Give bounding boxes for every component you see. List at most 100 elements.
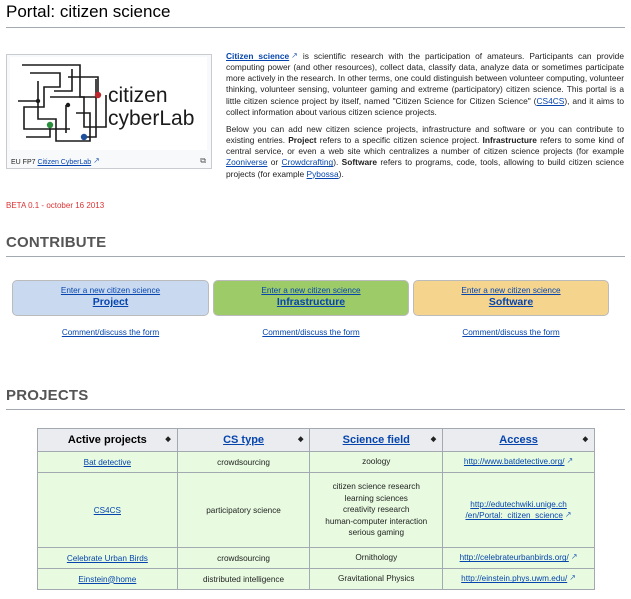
access-cell: http://www.batdetective.org/↗ [442,451,595,473]
cs-type-cell: participatory science [176,472,311,548]
contribute-project-label: Project [92,296,129,308]
logo-text-1: citizen [108,84,168,107]
title-divider [6,27,625,28]
science-field-item: citizen science research [332,482,420,492]
project-name-link[interactable]: CS4CS [94,506,121,515]
external-link-icon: ↗ [570,552,578,562]
contribute-divider [6,256,625,257]
sort-icon[interactable]: ◆ [583,435,588,443]
science-field-item: creativity research [343,505,410,515]
caption-prefix: EU FP7 [11,159,36,166]
contribute-heading: CONTRIBUTE [6,234,107,251]
table-row: Einstein@home distributed intelligence Gra… [37,568,595,590]
intro-link[interactable]: Zooniverse [226,157,267,167]
logo-text-2: cyberLab [108,107,194,130]
external-link-icon: ↗ [566,456,574,466]
science-field-cell: citizen science research learning science… [309,472,444,548]
science-field-item: Gravitational Physics [338,574,415,584]
contribute-software-line1: Enter a new citizen science [461,286,561,295]
access-cell: http://celebrateurbanbirds.org/↗ [442,547,595,569]
projects-heading: PROJECTS [6,387,89,404]
beta-version-note: BETA 0.1 - october 16 2013 [6,201,105,210]
intro-link[interactable]: Citizen science [226,51,289,61]
project-name-cell: Bat detective [37,451,178,473]
table-row: Bat detective crowdsourcing zoology http://… [37,451,595,473]
science-field-cell: Ornithology [309,547,444,569]
projects-divider [6,409,625,410]
science-field-item: human-computer interaction [325,516,428,526]
cs-type-cell: crowdsourcing [176,547,311,569]
external-link-icon: ↗ [569,573,576,583]
project-name-link[interactable]: Einstein@home [78,575,136,584]
citizen-cyberlab-logo[interactable]: citizen cyberLab [10,57,207,150]
intro-link[interactable]: Pybossa [307,169,339,179]
sort-icon[interactable]: ◆ [431,435,436,443]
science-field-item: Ornithology [355,553,398,563]
access-url-link[interactable]: /en/Portal:_citizen_science [466,511,563,520]
intro-text-run: refers to a specific citizen science pro… [316,135,483,146]
contribute-infrastructure-button[interactable]: Enter a new citizen science Infrastructu… [213,280,409,316]
external-link-icon: ↗ [564,510,572,519]
intro-text-run: ). [333,157,342,168]
contribute-infrastructure-line1: Enter a new citizen science [261,286,361,295]
column-header-active-projects[interactable]: Active projects ◆ [37,428,178,452]
cs-type-cell: distributed intelligence [176,568,311,590]
page-title: Portal: citizen science [6,2,171,21]
science-field-cell: Gravitational Physics [309,568,444,590]
column-label[interactable]: Access [499,434,538,446]
intro-text-run: ). [338,168,344,179]
contribute-infrastructure-label: Infrastructure [276,296,346,308]
logo-thumbnail: citizen cyberLab EU FP7 Citizen CyberLab… [6,54,212,169]
enlarge-icon[interactable]: ⧉ [200,156,206,166]
column-label[interactable]: CS type [223,434,264,446]
intro-link[interactable]: CS4CS [536,96,564,106]
column-header-cs-type[interactable]: CS type ◆ [176,428,311,452]
column-header-access[interactable]: Access ◆ [442,428,595,452]
project-name-cell: Einstein@home [37,568,178,590]
projects-table-header: Active projects ◆ CS type ◆ Science field ◆… [37,428,595,452]
external-link-icon: ↗ [93,156,100,165]
intro-term: Project [288,135,317,146]
project-name-cell: Celebrate Urban Birds [37,547,178,569]
access-url-link[interactable]: http://celebrateurbanbirds.org/ [460,553,569,562]
column-header-science-field[interactable]: Science field ◆ [309,428,444,452]
contribute-project-button[interactable]: Enter a new citizen science Project [12,280,209,316]
logo-graphic: citizen cyberLab [18,64,194,142]
table-row: CS4CS participatory science citizen scienc… [37,472,595,548]
project-name-link[interactable]: Bat detective [84,458,131,467]
contribute-software-button[interactable]: Enter a new citizen science Software [413,280,609,316]
intro-term: Infrastructure [482,135,537,146]
column-label: Active projects [67,434,147,446]
access-url-link[interactable]: http://www.batdetective.org/ [464,457,565,466]
project-name-cell: CS4CS [37,472,178,548]
contribute-software-label: Software [488,296,534,308]
column-label[interactable]: Science field [343,434,410,446]
thumbnail-caption: EU FP7 Citizen CyberLab ↗ [11,156,100,166]
intro-term: Software [341,157,378,168]
sort-icon[interactable]: ◆ [298,435,303,443]
cs-type-cell: crowdsourcing [176,451,311,473]
access-cell: http://einstein.phys.uwm.edu/↗ [442,568,595,590]
access-cell: http://edutechwiki.unige.ch/en/Portal:_c… [442,472,595,548]
intro-link[interactable]: Crowdcrafting [282,157,334,167]
intro-paragraph-1: Citizen science ↗ is scientific research … [226,50,624,118]
intro-text-run: or [267,157,282,168]
projects-table: Active projects ◆ CS type ◆ Science field ◆… [37,428,595,590]
project-name-link[interactable]: Celebrate Urban Birds [67,554,148,563]
science-field-item: learning sciences [344,493,408,503]
intro-text: Citizen science ↗ is scientific research … [226,50,624,186]
comment-software-form-link[interactable]: Comment/discuss the form [413,328,609,337]
external-link-icon: ↗ [291,51,298,60]
science-field-item: serious gaming [348,528,405,538]
science-field-cell: zoology [309,451,444,473]
intro-paragraph-2: Below you can add new citizen science pr… [226,124,624,180]
caption-link-citizen-cyberlab[interactable]: Citizen CyberLab [37,159,91,166]
access-url-link[interactable]: http://edutechwiki.unige.ch [443,499,594,511]
comment-infrastructure-form-link[interactable]: Comment/discuss the form [213,328,409,337]
table-row: Celebrate Urban Birds crowdsourcing Ornith… [37,547,595,569]
contribute-project-line1: Enter a new citizen science [60,286,161,295]
science-field-item: zoology [362,457,391,467]
comment-project-form-link[interactable]: Comment/discuss the form [12,328,209,337]
access-url-link[interactable]: http://einstein.phys.uwm.edu/ [461,574,567,583]
sort-icon[interactable]: ◆ [165,435,170,443]
